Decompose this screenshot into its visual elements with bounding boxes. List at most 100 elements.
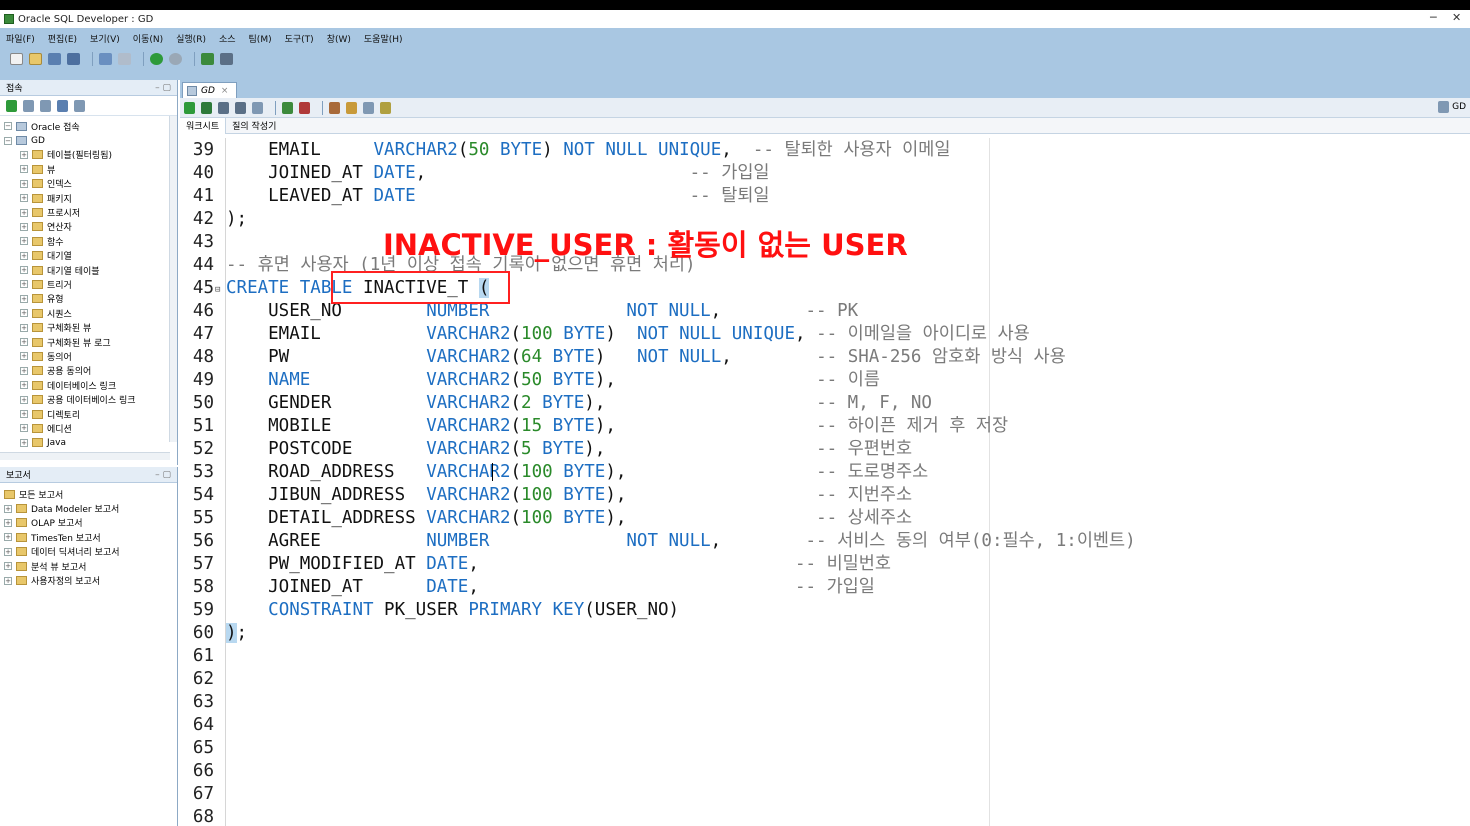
tree-item[interactable]: + 시퀀스 xyxy=(0,306,177,320)
sql-history-icon[interactable] xyxy=(363,101,374,114)
tree-item[interactable]: + 연산자 xyxy=(0,220,177,234)
tree-item[interactable]: + 뷰 xyxy=(0,162,177,176)
import-icon[interactable] xyxy=(74,99,85,112)
tree-item[interactable]: + 데이터베이스 링크 xyxy=(0,378,177,392)
code-line[interactable]: 66 xyxy=(180,760,1470,783)
expand-icon[interactable]: + xyxy=(20,438,28,447)
tree-item[interactable]: + 트리거 xyxy=(0,277,177,291)
fold-icon[interactable]: ⊟ xyxy=(215,286,220,295)
tree-connection-gd[interactable]: − GD xyxy=(0,133,177,147)
save-icon[interactable] xyxy=(48,53,61,65)
monitor-icon[interactable] xyxy=(220,53,233,65)
menu-help[interactable]: 도움말(H) xyxy=(364,32,403,45)
connection-selector[interactable]: GD xyxy=(1438,101,1466,113)
eraser-icon[interactable] xyxy=(346,101,357,114)
code-line[interactable]: 65 xyxy=(180,737,1470,760)
expand-icon[interactable]: + xyxy=(4,533,12,542)
filter-icon[interactable] xyxy=(40,99,51,112)
save-all-icon[interactable] xyxy=(67,53,80,65)
expand-icon[interactable]: + xyxy=(20,352,28,361)
code-line[interactable]: 56 AGREE NUMBER NOT NULL, -- 서비스 동의 여부(0… xyxy=(180,530,1470,553)
expand-icon[interactable]: + xyxy=(20,237,28,246)
back-icon[interactable] xyxy=(150,53,163,65)
menu-run[interactable]: 실행(R) xyxy=(176,32,206,45)
rollback-icon[interactable] xyxy=(299,101,310,114)
report-item[interactable]: + 분석 뷰 보고서 xyxy=(0,559,177,573)
code-line[interactable]: 50 GENDER VARCHAR2(2 BYTE), -- M, F, NO xyxy=(180,392,1470,415)
tree-item[interactable]: + 인덱스 xyxy=(0,177,177,191)
code-line[interactable]: 60); xyxy=(180,622,1470,645)
expand-icon[interactable]: + xyxy=(4,504,12,513)
report-item[interactable]: + TimesTen 보고서 xyxy=(0,530,177,544)
code-line[interactable]: 52 POSTCODE VARCHAR2(5 BYTE), -- 우편번호 xyxy=(180,438,1470,461)
report-item[interactable]: + Data Modeler 보고서 xyxy=(0,501,177,515)
code-line[interactable]: 48 PW VARCHAR2(64 BYTE) NOT NULL, -- SHA… xyxy=(180,346,1470,369)
minimize-button[interactable]: ─ xyxy=(1430,11,1437,24)
new-file-icon[interactable] xyxy=(10,53,23,65)
autotrace-icon[interactable] xyxy=(218,101,229,114)
close-button[interactable]: ✕ xyxy=(1452,11,1461,24)
tree-item[interactable]: + 대기열 xyxy=(0,249,177,263)
expand-icon[interactable]: + xyxy=(20,294,28,303)
expand-icon[interactable]: + xyxy=(20,266,28,275)
tree-item[interactable]: + 구체화된 뷰 xyxy=(0,320,177,334)
expand-icon[interactable]: + xyxy=(4,562,12,571)
forward-icon[interactable] xyxy=(169,53,182,65)
code-line[interactable]: 47 EMAIL VARCHAR2(100 BYTE) NOT NULL UNI… xyxy=(180,323,1470,346)
collapse-icon[interactable]: − xyxy=(4,122,12,131)
tree-item[interactable]: + 디렉토리 xyxy=(0,407,177,421)
tree-item[interactable]: + 에디션 xyxy=(0,421,177,435)
code-line[interactable]: 39 EMAIL VARCHAR2(50 BYTE) NOT NULL UNIQ… xyxy=(180,139,1470,162)
expand-icon[interactable]: + xyxy=(20,165,28,174)
expand-icon[interactable]: + xyxy=(20,395,28,404)
tree-item[interactable]: + 유형 xyxy=(0,292,177,306)
tree-item[interactable]: + Java xyxy=(0,436,177,450)
code-line[interactable]: 59 CONSTRAINT PK_USER PRIMARY KEY(USER_N… xyxy=(180,599,1470,622)
menu-navigate[interactable]: 이동(N) xyxy=(133,32,163,45)
expand-icon[interactable]: + xyxy=(20,424,28,433)
expand-icon[interactable]: + xyxy=(20,366,28,375)
menu-window[interactable]: 창(W) xyxy=(327,32,351,45)
expand-icon[interactable]: + xyxy=(20,410,28,418)
menu-file[interactable]: 파일(F) xyxy=(6,32,35,45)
tree-scrollbar-vertical[interactable] xyxy=(169,116,177,442)
expand-icon[interactable]: + xyxy=(20,194,28,203)
run-script-icon[interactable] xyxy=(201,101,212,114)
tab-query-builder[interactable]: 질의 작성기 xyxy=(226,118,282,134)
code-line[interactable]: 53 ROAD_ADDRESS VARCHAR2(100 BYTE), -- 도… xyxy=(180,461,1470,484)
code-line[interactable]: 58 JOINED_AT DATE, -- 가입일 xyxy=(180,576,1470,599)
code-line[interactable]: 57 PW_MODIFIED_AT DATE, -- 비밀번호 xyxy=(180,553,1470,576)
unshared-sql-icon[interactable] xyxy=(329,101,340,114)
expand-icon[interactable]: + xyxy=(4,547,12,556)
expand-icon[interactable]: + xyxy=(20,179,28,188)
expand-icon[interactable]: + xyxy=(4,576,12,585)
menu-edit[interactable]: 편집(E) xyxy=(48,32,77,45)
code-line[interactable]: 61 xyxy=(180,645,1470,668)
format-icon[interactable] xyxy=(380,101,391,114)
tree-item[interactable]: + 프로시저 xyxy=(0,205,177,219)
expand-icon[interactable]: + xyxy=(20,309,28,318)
redo-icon[interactable] xyxy=(118,53,131,65)
refresh-icon[interactable] xyxy=(23,99,34,112)
code-line[interactable]: 55 DETAIL_ADDRESS VARCHAR2(100 BYTE), --… xyxy=(180,507,1470,530)
expand-icon[interactable]: + xyxy=(20,208,28,217)
panel-minimize-icon[interactable]: – ▢ xyxy=(155,470,171,480)
report-item[interactable]: 모든 보고서 xyxy=(0,487,177,501)
schema-browser-icon[interactable] xyxy=(57,99,68,112)
tree-item[interactable]: + 대기열 테이블 xyxy=(0,263,177,277)
close-tab-icon[interactable]: × xyxy=(221,86,229,96)
code-line[interactable]: 64 xyxy=(180,714,1470,737)
tree-item[interactable]: + 공용 동의어 xyxy=(0,364,177,378)
collapse-icon[interactable]: − xyxy=(4,136,12,145)
report-item[interactable]: + 데이터 딕셔너리 보고서 xyxy=(0,545,177,559)
sql-worksheet-icon[interactable] xyxy=(201,53,214,65)
menu-tools[interactable]: 도구(T) xyxy=(285,32,314,45)
tab-worksheet[interactable]: 워크시트 xyxy=(180,117,227,134)
expand-icon[interactable]: + xyxy=(20,338,28,347)
add-connection-icon[interactable] xyxy=(6,99,17,112)
code-line[interactable]: 68 xyxy=(180,806,1470,826)
tree-root[interactable]: − Oracle 접속 xyxy=(0,119,177,133)
code-line[interactable]: 54 JIBUN_ADDRESS VARCHAR2(100 BYTE), -- … xyxy=(180,484,1470,507)
expand-icon[interactable]: + xyxy=(20,150,28,159)
menu-team[interactable]: 팀(M) xyxy=(249,32,272,45)
